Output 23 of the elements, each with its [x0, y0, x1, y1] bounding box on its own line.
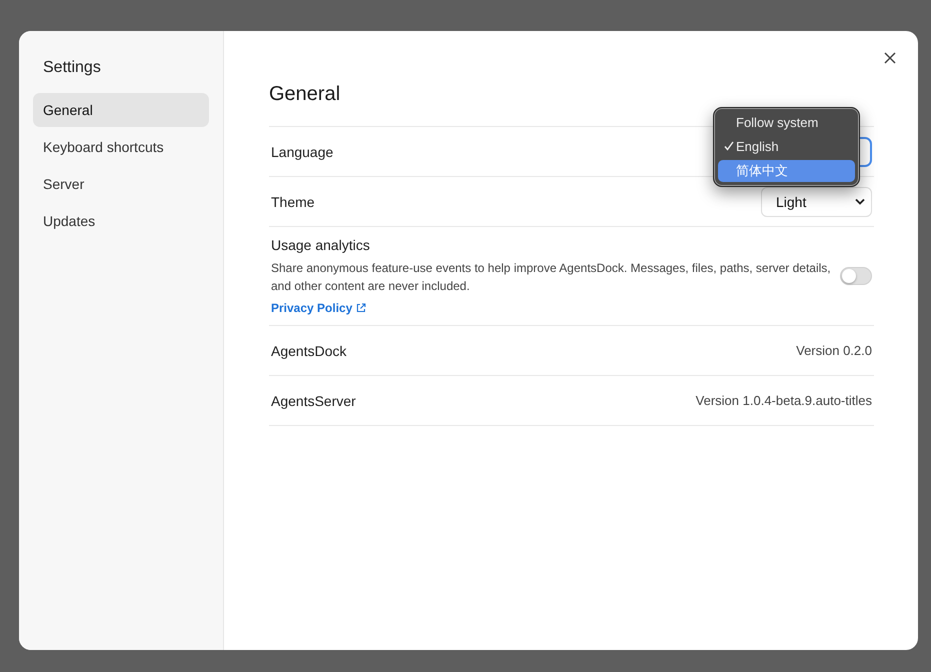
setting-label: Language: [271, 144, 334, 160]
sidebar-item[interactable]: General: [33, 93, 209, 127]
version-text: Version 1.0.4-beta.9.auto-titles: [696, 393, 872, 408]
menu-option[interactable]: Follow system: [718, 112, 855, 134]
setting-label: AgentsServer: [271, 392, 356, 408]
setting-label: Usage analytics: [271, 237, 371, 253]
toggle-switch[interactable]: [840, 267, 872, 285]
sidebar-title: Settings: [43, 59, 102, 77]
menu-option[interactable]: English: [718, 136, 855, 158]
setting-description: Share anonymous feature-use events to help improve AgentsDock. Messages, files, paths, server details, and other content are never included.: [271, 260, 832, 295]
version-text: Version 0.2.0: [796, 343, 872, 358]
sidebar-item[interactable]: Keyboard shortcuts: [33, 130, 209, 164]
setting-label: Theme: [271, 194, 315, 210]
sidebar-item[interactable]: Updates: [33, 204, 209, 238]
chevron-down-icon: [855, 198, 865, 205]
close-icon[interactable]: [883, 51, 897, 65]
external-link-icon: [356, 303, 366, 313]
setting-label: AgentsDock: [271, 342, 346, 358]
page-heading: General: [269, 83, 340, 106]
privacy-policy-link[interactable]: Privacy Policy: [271, 301, 836, 315]
checkmark-icon: [724, 141, 734, 151]
dropdown-select[interactable]: Light: [761, 186, 872, 216]
sidebar-item[interactable]: Server: [33, 167, 209, 201]
